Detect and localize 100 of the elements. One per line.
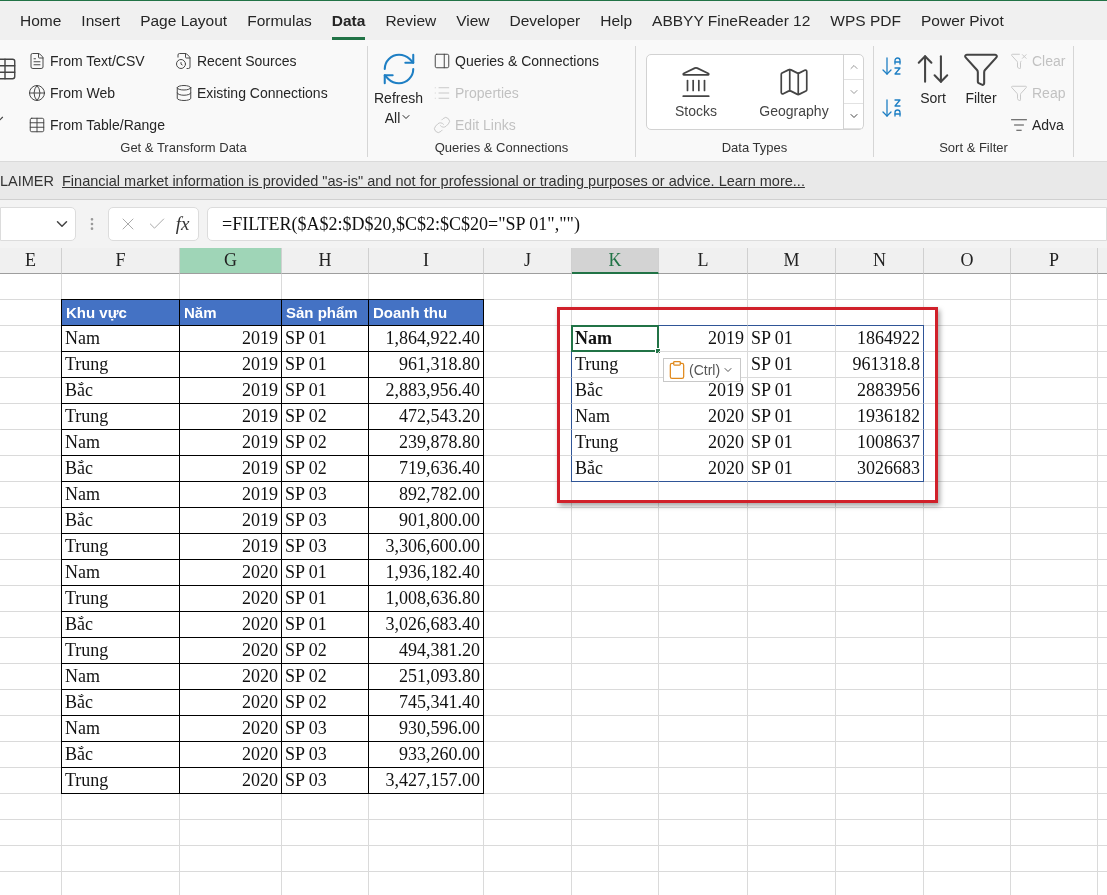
group-label: Queries & Connections <box>433 140 570 157</box>
column-header[interactable]: N <box>836 248 924 274</box>
ribbon-button[interactable]: Adva <box>1010 112 1066 138</box>
column-header[interactable]: P <box>1011 248 1098 274</box>
ribbon-tab[interactable]: Review <box>385 1 437 40</box>
table-cell: 961,318.80 <box>369 352 484 378</box>
table-cell: 2020 <box>180 716 282 742</box>
table-cell: Bắc <box>61 742 180 768</box>
column-header[interactable]: I <box>369 248 484 274</box>
column-header[interactable]: M <box>748 248 836 274</box>
table-header: Khu vực <box>61 299 180 326</box>
table-cell: Bắc <box>61 456 180 482</box>
name-box[interactable] <box>0 207 76 241</box>
ribbon-tab[interactable]: Power Pivot <box>921 1 1004 40</box>
table-cell: 3026683 <box>836 456 924 482</box>
paste-options-button[interactable]: (Ctrl) <box>663 358 741 382</box>
insert-function-button[interactable]: fx <box>175 213 190 235</box>
disclaimer-label: LAIMER <box>0 172 54 189</box>
data-type-tile[interactable]: Geography <box>745 55 843 129</box>
ribbon-tab[interactable]: Home <box>20 1 62 40</box>
table-cell: 1,936,182.40 <box>369 560 484 586</box>
table-cell: 2020 <box>180 768 282 794</box>
table-cell: 2019 <box>180 378 282 404</box>
ribbon-tab[interactable]: Help <box>600 1 633 40</box>
table-header: Sản phẩm <box>282 299 369 326</box>
globe-icon <box>28 84 46 102</box>
ribbon-button[interactable]: From Text/CSV <box>28 48 165 74</box>
ribbon-tab[interactable]: Formulas <box>247 1 312 40</box>
table-cell: SP 01 <box>748 404 836 430</box>
advanced-filter-icon <box>1010 116 1028 134</box>
group-label: Data Types <box>720 140 789 157</box>
table-cell: SP 02 <box>282 456 369 482</box>
table-cell: 745,341.40 <box>369 690 484 716</box>
ribbon-button[interactable]: Queries & Connections <box>433 48 599 74</box>
table-cell: 2019 <box>180 534 282 560</box>
table-cell: SP 02 <box>282 638 369 664</box>
table-cell: Bắc <box>61 690 180 716</box>
ribbon-button[interactable]: Refresh All <box>374 48 424 128</box>
column-header[interactable]: K <box>572 248 659 274</box>
table-cell: 2020 <box>659 456 748 482</box>
ribbon-tab[interactable]: Insert <box>81 1 121 40</box>
table-cell: 2019 <box>180 482 282 508</box>
table-cell: Bắc <box>61 612 180 638</box>
ribbon-tab[interactable]: ABBYY FineReader 12 <box>652 1 811 40</box>
ribbon-button[interactable]: Filter <box>962 48 1000 108</box>
ribbon-button[interactable]: From Table/Range <box>28 112 165 138</box>
table-cell: SP 03 <box>282 742 369 768</box>
table-cell: 961318.8 <box>836 352 924 378</box>
column-header[interactable]: E <box>0 248 62 274</box>
table-cell: 2020 <box>180 586 282 612</box>
table-icon <box>28 116 46 134</box>
table-cell: Nam <box>61 482 180 508</box>
list-icon <box>433 84 452 102</box>
ribbon-button[interactable]: Sort <box>914 48 952 108</box>
table-cell: 2020 <box>180 612 282 638</box>
table-cell: Trung <box>571 352 659 378</box>
table-cell: Nam <box>61 560 180 586</box>
table-cell: 933,260.00 <box>369 742 484 768</box>
table-cell: SP 02 <box>282 664 369 690</box>
column-header[interactable] <box>1098 248 1107 274</box>
table-cell: Trung <box>61 534 180 560</box>
column-header[interactable]: F <box>62 248 180 274</box>
clock-document-icon <box>174 52 193 70</box>
table-cell: Trung <box>61 768 180 794</box>
database-icon <box>174 84 193 102</box>
table-cell: 2020 <box>180 638 282 664</box>
column-header[interactable]: G <box>180 248 282 274</box>
disclaimer-link[interactable]: Financial market information is provided "as-is" and not for professional or trading purposes or advice. Learn more... <box>62 172 805 189</box>
data-type-tile[interactable]: Stocks <box>647 55 745 129</box>
ribbon-button[interactable]: Existing Connections <box>174 80 328 106</box>
ribbon-tab[interactable]: Page Layout <box>140 1 228 40</box>
column-header[interactable]: L <box>659 248 748 274</box>
ribbon-button[interactable]: Recent Sources <box>174 48 328 74</box>
fill-handle[interactable] <box>655 348 661 354</box>
column-header[interactable]: J <box>484 248 572 274</box>
table-cell: SP 01 <box>282 586 369 612</box>
sort-ascending-icon <box>880 54 904 78</box>
ribbon-tab[interactable]: View <box>456 1 490 40</box>
panel-icon <box>433 52 452 70</box>
table-cell: SP 01 <box>748 352 836 378</box>
table-cell: 1864922 <box>836 325 924 352</box>
table-cell: Nam <box>61 716 180 742</box>
funnel-icon <box>1010 84 1028 102</box>
table-cell: 719,636.40 <box>369 456 484 482</box>
table-cell: 494,381.20 <box>369 638 484 664</box>
table-cell: 2019 <box>180 404 282 430</box>
table-cell: SP 03 <box>282 534 369 560</box>
ribbon-tab[interactable]: Developer <box>509 1 581 40</box>
table-cell: SP 01 <box>748 430 836 456</box>
column-header[interactable]: O <box>924 248 1011 274</box>
table-cell: Bắc <box>571 456 659 482</box>
formula-field[interactable]: =FILTER($A$2:$D$20,$C$2:$C$20="SP 01","") <box>207 207 1107 241</box>
table-cell: SP 02 <box>282 430 369 456</box>
table-cell: 3,427,157.00 <box>369 768 484 794</box>
ribbon-button[interactable]: From Web <box>28 80 165 106</box>
ribbon-tab[interactable]: WPS PDF <box>830 1 901 40</box>
table-cell: Nam <box>61 326 180 352</box>
table-cell: Trung <box>61 586 180 612</box>
column-header[interactable]: H <box>282 248 369 274</box>
table-cell: 2020 <box>180 690 282 716</box>
